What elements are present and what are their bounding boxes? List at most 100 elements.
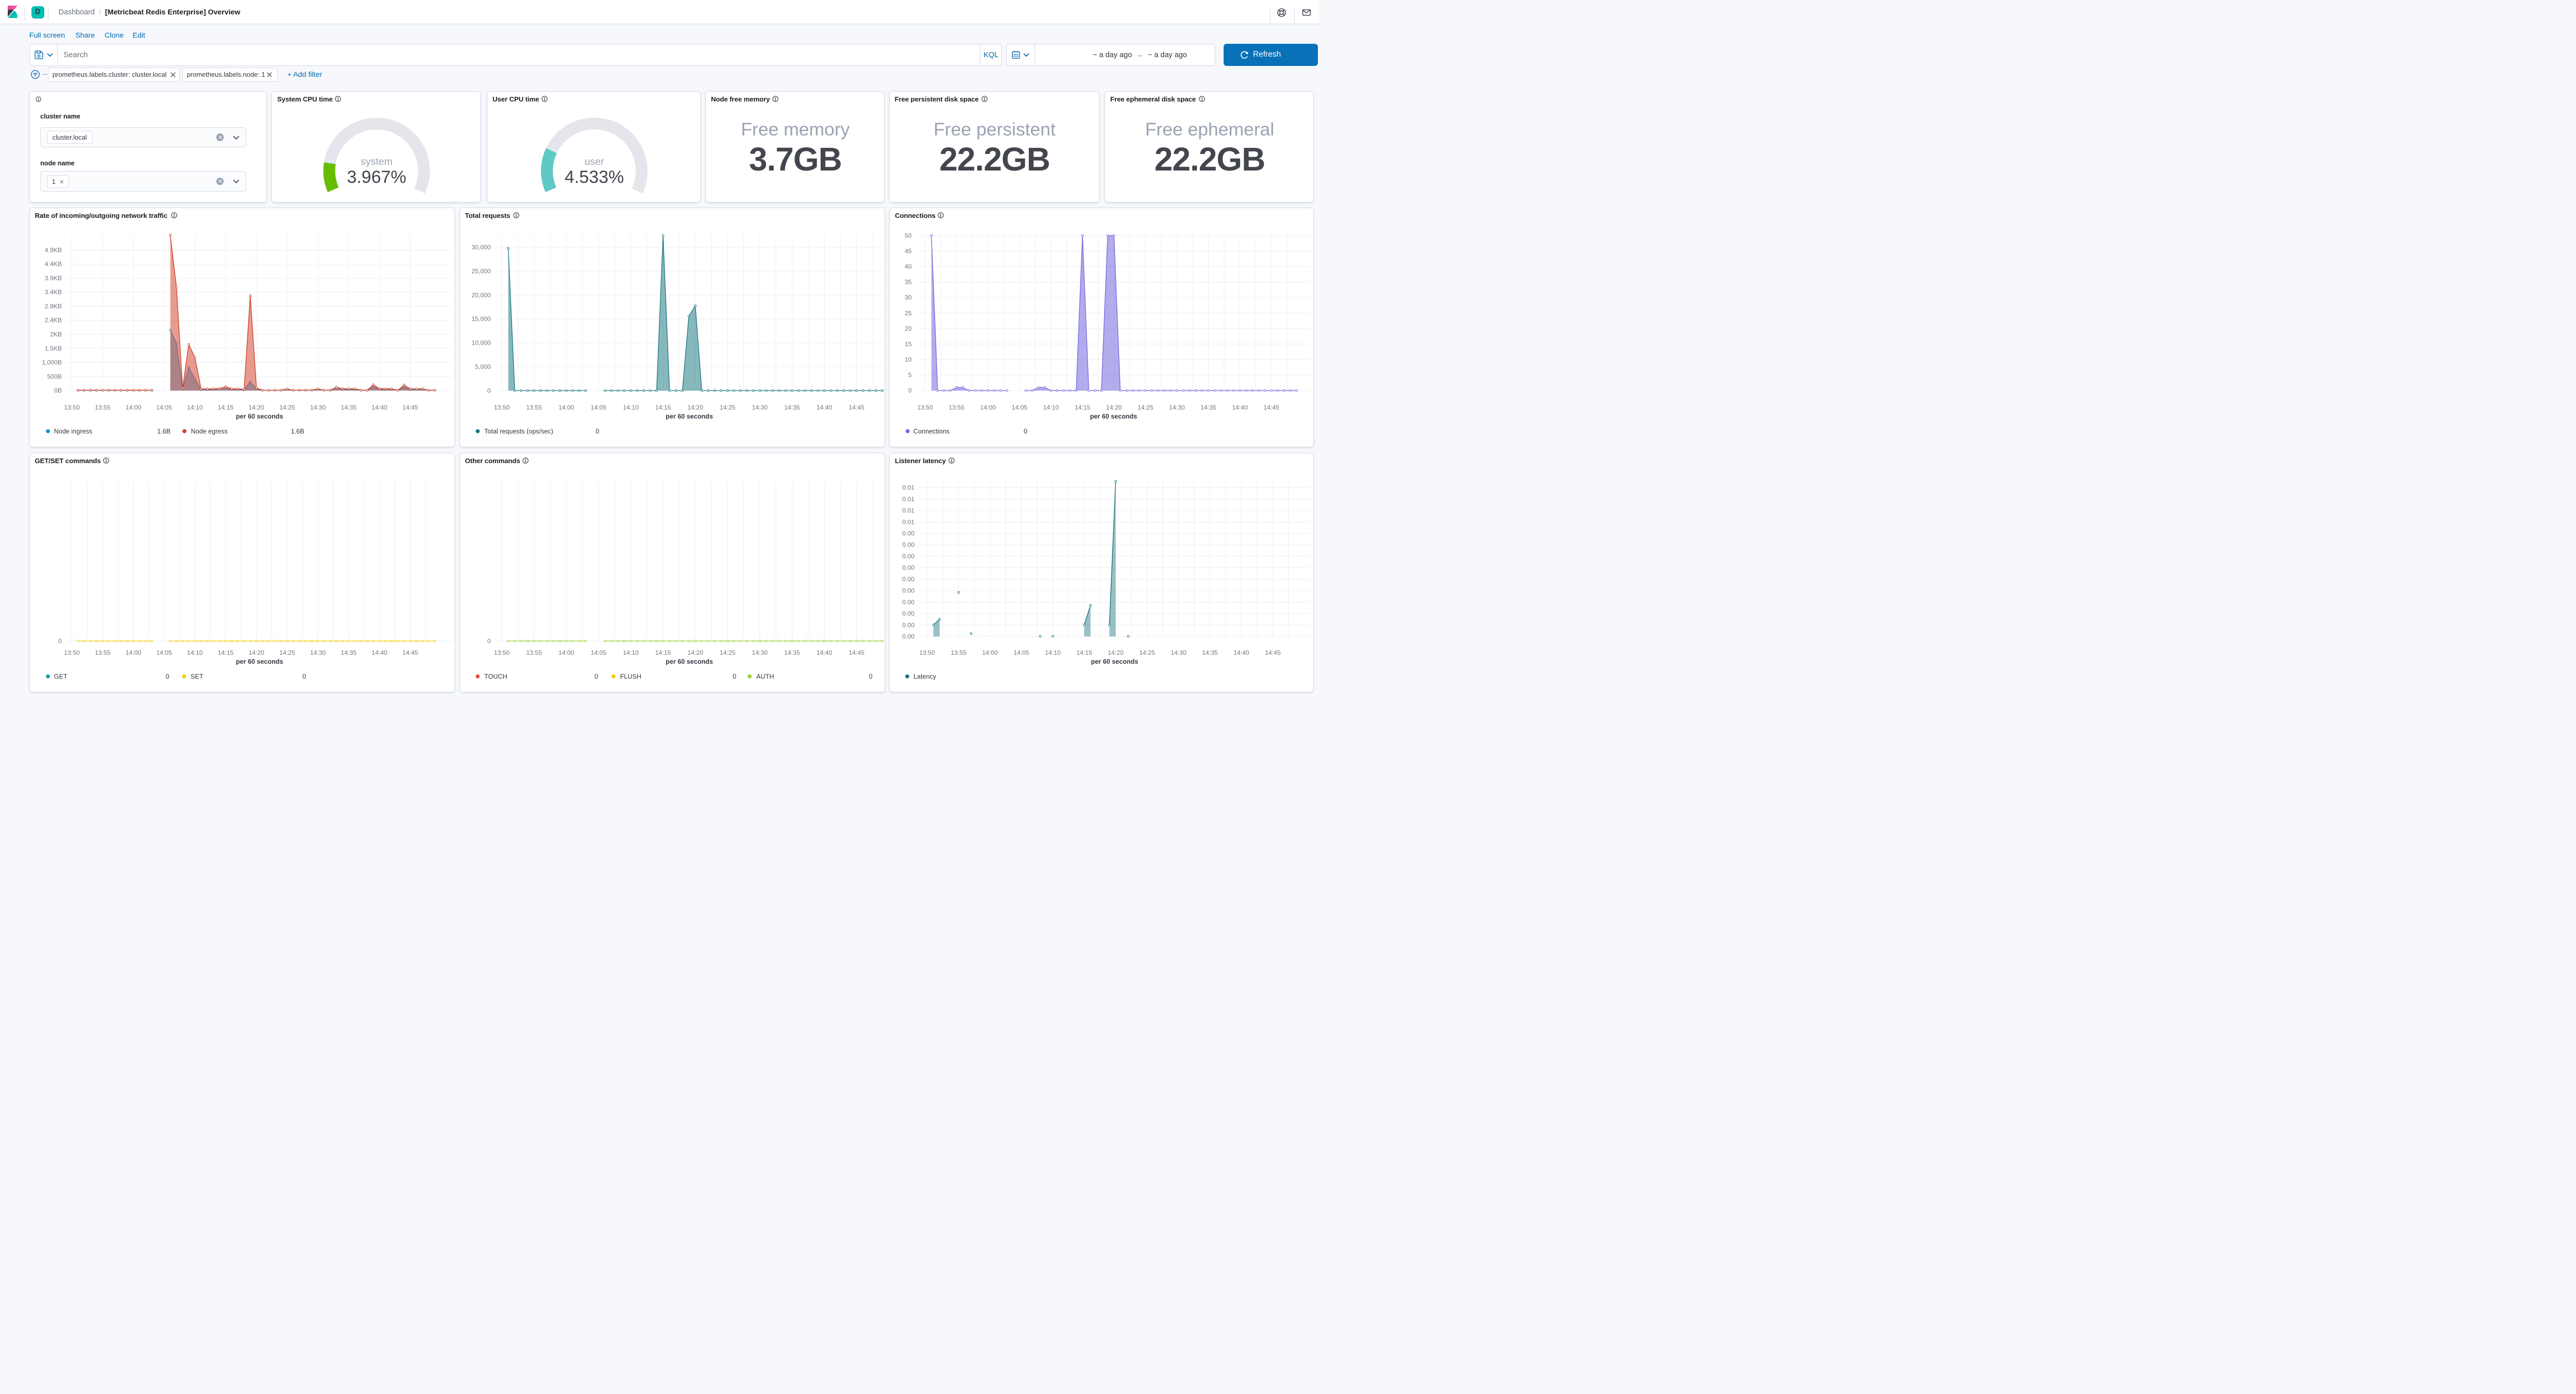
svg-text:14:05: 14:05 — [590, 404, 606, 411]
svg-text:0: 0 — [165, 673, 169, 680]
svg-text:GET: GET — [54, 673, 67, 680]
svg-text:14:35: 14:35 — [1202, 649, 1218, 656]
svg-text:14:25: 14:25 — [719, 649, 735, 656]
svg-text:14:25: 14:25 — [1139, 649, 1155, 656]
svg-text:14:20: 14:20 — [1106, 404, 1122, 411]
svg-text:14:30: 14:30 — [752, 404, 768, 411]
svg-text:5,000: 5,000 — [475, 363, 491, 370]
svg-text:Connections: Connections — [913, 428, 950, 435]
svg-text:14:20: 14:20 — [1108, 649, 1124, 656]
svg-text:per 60 seconds: per 60 seconds — [235, 413, 283, 420]
svg-text:FLUSH: FLUSH — [620, 673, 641, 680]
svg-text:2.9KB: 2.9KB — [44, 302, 61, 310]
svg-text:14:25: 14:25 — [279, 404, 295, 411]
svg-text:40: 40 — [905, 263, 912, 270]
svg-text:25,000: 25,000 — [471, 267, 490, 275]
svg-text:14:35: 14:35 — [341, 404, 357, 411]
svg-text:0.00: 0.00 — [902, 575, 914, 583]
svg-text:10: 10 — [905, 356, 912, 363]
svg-text:13:55: 13:55 — [948, 404, 964, 411]
svg-text:14:10: 14:10 — [187, 649, 203, 656]
svg-text:14:35: 14:35 — [1200, 404, 1216, 411]
svg-text:14:40: 14:40 — [1232, 404, 1248, 411]
svg-text:0: 0 — [595, 428, 599, 435]
svg-text:14:45: 14:45 — [849, 404, 865, 411]
svg-text:14:00: 14:00 — [125, 649, 141, 656]
svg-text:14:45: 14:45 — [849, 649, 865, 656]
svg-text:Latency: Latency — [913, 673, 937, 680]
svg-text:14:05: 14:05 — [156, 649, 172, 656]
svg-text:20,000: 20,000 — [471, 291, 490, 298]
svg-text:13:50: 13:50 — [919, 649, 935, 656]
svg-text:0: 0 — [302, 673, 306, 680]
svg-text:per 60 seconds: per 60 seconds — [235, 658, 283, 665]
svg-text:500B: 500B — [47, 372, 61, 380]
svg-text:4.9KB: 4.9KB — [44, 246, 61, 253]
svg-text:14:15: 14:15 — [217, 649, 233, 656]
svg-text:2KB: 2KB — [49, 330, 61, 337]
svg-text:15: 15 — [905, 340, 912, 347]
svg-text:14:10: 14:10 — [187, 404, 203, 411]
svg-text:14:20: 14:20 — [248, 404, 264, 411]
svg-text:SET: SET — [191, 673, 204, 680]
svg-text:45: 45 — [905, 247, 912, 254]
svg-text:14:05: 14:05 — [590, 649, 606, 656]
svg-text:1.6B: 1.6B — [291, 428, 304, 435]
svg-text:14:15: 14:15 — [1076, 649, 1092, 656]
svg-text:14:10: 14:10 — [623, 649, 639, 656]
svg-text:14:45: 14:45 — [1265, 649, 1281, 656]
svg-text:14:05: 14:05 — [1012, 404, 1028, 411]
svg-text:14:35: 14:35 — [784, 404, 800, 411]
svg-text:14:40: 14:40 — [816, 404, 832, 411]
svg-text:AUTH: AUTH — [756, 673, 774, 680]
svg-text:14:40: 14:40 — [1233, 649, 1249, 656]
svg-text:0: 0 — [487, 387, 490, 394]
svg-text:0.00: 0.00 — [902, 530, 914, 537]
svg-text:14:45: 14:45 — [1263, 404, 1279, 411]
svg-text:13:55: 13:55 — [526, 649, 542, 656]
svg-text:0.00: 0.00 — [902, 587, 914, 594]
svg-text:13:55: 13:55 — [526, 404, 542, 411]
svg-text:Node ingress: Node ingress — [54, 428, 92, 435]
svg-text:0: 0 — [487, 637, 490, 644]
svg-text:14:00: 14:00 — [980, 404, 996, 411]
svg-text:0.01: 0.01 — [902, 518, 914, 525]
svg-text:0.00: 0.00 — [902, 598, 914, 605]
svg-text:14:00: 14:00 — [982, 649, 998, 656]
svg-text:14:00: 14:00 — [558, 649, 574, 656]
svg-text:30,000: 30,000 — [471, 244, 490, 251]
svg-text:14:15: 14:15 — [655, 649, 671, 656]
svg-text:Total requests (ops/sec): Total requests (ops/sec) — [484, 428, 553, 435]
svg-text:14:35: 14:35 — [341, 649, 357, 656]
svg-text:Node egress: Node egress — [191, 428, 227, 435]
svg-text:14:25: 14:25 — [719, 404, 735, 411]
svg-text:5: 5 — [908, 371, 912, 379]
svg-text:14:30: 14:30 — [1171, 649, 1187, 656]
svg-text:14:10: 14:10 — [623, 404, 639, 411]
svg-text:0.00: 0.00 — [902, 633, 914, 640]
svg-text:0: 0 — [58, 637, 62, 644]
svg-text:14:15: 14:15 — [655, 404, 671, 411]
svg-text:1,000B: 1,000B — [42, 359, 62, 366]
svg-text:0.00: 0.00 — [902, 610, 914, 617]
svg-text:0.01: 0.01 — [902, 484, 914, 491]
svg-text:14:25: 14:25 — [279, 649, 295, 656]
svg-text:20: 20 — [905, 325, 912, 332]
svg-text:14:30: 14:30 — [310, 649, 326, 656]
svg-text:35: 35 — [905, 278, 912, 285]
svg-text:14:20: 14:20 — [248, 649, 264, 656]
svg-text:14:05: 14:05 — [1013, 649, 1029, 656]
svg-text:per 60 seconds: per 60 seconds — [666, 413, 713, 420]
svg-text:per 60 seconds: per 60 seconds — [666, 658, 713, 665]
svg-text:13:50: 13:50 — [917, 404, 933, 411]
svg-text:50: 50 — [905, 232, 912, 239]
svg-text:0.01: 0.01 — [902, 507, 914, 514]
svg-text:0: 0 — [1024, 428, 1027, 435]
svg-text:13:50: 13:50 — [64, 404, 80, 411]
svg-text:0: 0 — [594, 673, 598, 680]
svg-text:14:30: 14:30 — [310, 404, 326, 411]
svg-text:14:45: 14:45 — [402, 649, 418, 656]
svg-text:14:00: 14:00 — [558, 404, 574, 411]
svg-text:13:55: 13:55 — [951, 649, 967, 656]
svg-text:2.4KB: 2.4KB — [44, 316, 61, 324]
